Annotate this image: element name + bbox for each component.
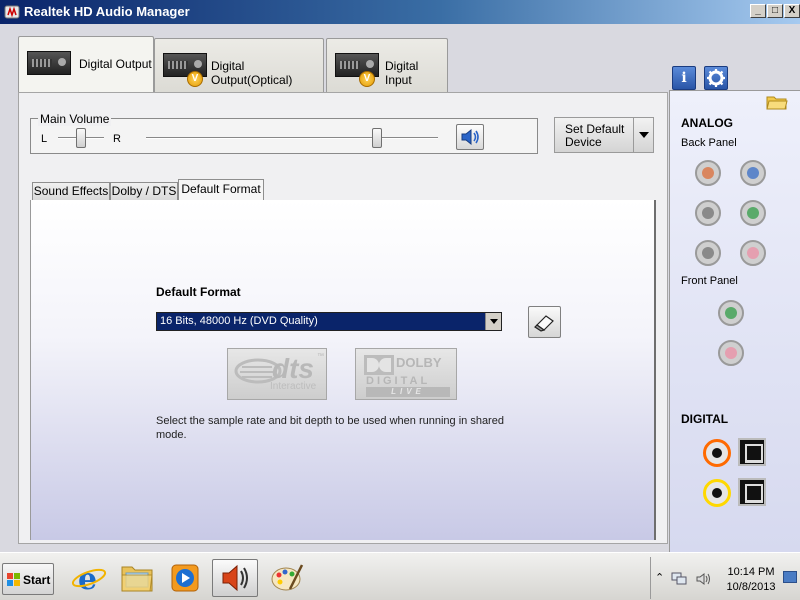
tab-digital-input-label: Digital Input [385, 59, 419, 87]
back-panel-blue-jack[interactable] [740, 160, 766, 186]
title-bar: Realtek HD Audio Manager _ □ X [0, 0, 800, 24]
default-format-select[interactable]: 16 Bits, 48000 Hz (DVD Quality) [156, 312, 502, 331]
clock[interactable]: 10:14 PM 10/8/2013 [723, 565, 779, 595]
front-panel-label: Front Panel [681, 275, 738, 287]
tab-default-format[interactable]: Default Format [178, 179, 264, 202]
dts-trademark: ™ [317, 353, 324, 360]
front-panel-green-jack[interactable] [718, 300, 744, 326]
volume-tray-icon[interactable] [695, 571, 713, 587]
windows-flag-icon [7, 573, 20, 586]
speaker-icon [461, 128, 479, 146]
device-badge-icon: V [359, 71, 375, 87]
back-panel-gray-jack[interactable] [695, 200, 721, 226]
chevron-down-icon[interactable] [485, 313, 501, 330]
balance-right-label: R [113, 133, 121, 145]
app-icon [4, 5, 20, 19]
show-desktop-button[interactable] [783, 571, 797, 583]
analog-heading: ANALOG [681, 116, 733, 130]
clock-date: 10/8/2013 [726, 581, 776, 593]
tab-digital-output-optical-label: Digital Output(Optical) [211, 59, 293, 87]
back-panel-black-jack[interactable] [695, 240, 721, 266]
show-hidden-icons-icon[interactable]: ⌃ [655, 571, 664, 584]
mute-button[interactable] [456, 124, 484, 150]
taskbar-paint[interactable] [264, 559, 310, 597]
chevron-down-icon[interactable] [633, 118, 653, 152]
balance-slider-thumb[interactable] [76, 128, 86, 148]
optical-output-jack[interactable] [738, 438, 766, 466]
dolby-logo-digital: DIGITAL [366, 375, 431, 387]
default-format-description: Select the sample rate and bit depth to … [156, 415, 504, 441]
set-default-device-button[interactable]: Set Default Device [554, 117, 654, 153]
back-panel-pink-jack[interactable] [740, 240, 766, 266]
back-panel-orange-jack[interactable] [695, 160, 721, 186]
info-button[interactable]: i [672, 66, 696, 90]
tab-digital-output-optical[interactable]: V Digital Output(Optical) [154, 38, 324, 92]
taskbar-media-player[interactable] [162, 559, 208, 597]
dolby-logo-live: LIVE [366, 387, 450, 397]
tab-digital-output[interactable]: Digital Output [18, 36, 154, 94]
balance-left-label: L [41, 133, 48, 145]
coaxial-output-jack[interactable] [703, 439, 731, 467]
volume-slider-thumb[interactable] [371, 128, 382, 148]
tab-sound-effects[interactable]: Sound Effects [32, 182, 110, 201]
taskbar-realtek-audio-manager[interactable] [212, 559, 258, 597]
minimize-button[interactable]: _ [750, 4, 766, 18]
info-icon: i [681, 70, 687, 86]
speaker-icon [222, 564, 248, 592]
default-format-selected-value: 16 Bits, 48000 Hz (DVD Quality) [160, 315, 318, 327]
default-format-panel [30, 200, 656, 540]
start-label: Start [23, 573, 51, 587]
taskbar-file-explorer[interactable] [114, 559, 160, 597]
gear-icon [707, 69, 725, 87]
close-button[interactable]: X [784, 4, 800, 18]
tab-digital-input[interactable]: V Digital Input [326, 38, 448, 92]
network-icon[interactable] [671, 571, 689, 587]
tab-digital-output-label: Digital Output [79, 57, 152, 71]
digital-heading: DIGITAL [681, 412, 729, 426]
optical-input-jack[interactable] [738, 478, 766, 506]
maximize-button[interactable]: □ [767, 4, 783, 18]
window-title: Realtek HD Audio Manager [24, 4, 190, 19]
restore-defaults-button[interactable] [528, 306, 561, 338]
media-player-icon [171, 564, 199, 592]
clock-time: 10:14 PM [727, 566, 775, 578]
set-default-device-label: Set Default Device [565, 122, 625, 149]
dts-interactive-button[interactable]: dts ™ Interactive [227, 348, 327, 400]
device-badge-icon: V [187, 71, 203, 87]
dolby-digital-live-button[interactable]: DOLBY DIGITAL LIVE [355, 348, 457, 400]
back-panel-green-jack[interactable] [740, 200, 766, 226]
svg-text:e: e [78, 562, 97, 597]
default-format-title: Default Format [156, 285, 241, 299]
start-button[interactable]: Start [2, 563, 54, 595]
front-panel-pink-jack[interactable] [718, 340, 744, 366]
paint-palette-icon [271, 564, 304, 591]
system-tray: ⌃ 10:14 PM 10/8/2013 [650, 557, 800, 599]
taskbar-internet-explorer[interactable]: e [66, 559, 112, 597]
dolby-double-d-icon [364, 355, 394, 375]
main-volume-title: Main Volume [38, 112, 112, 126]
dolby-logo-word: DOLBY [396, 355, 442, 370]
coaxial-input-jack[interactable] [703, 479, 731, 507]
tab-dolby-dts[interactable]: Dolby / DTS [110, 182, 178, 201]
folder-icon [121, 566, 153, 592]
volume-slider-track[interactable] [146, 137, 438, 139]
dts-logo-subtitle: Interactive [270, 381, 317, 392]
digital-output-device-icon [27, 51, 71, 75]
eraser-icon [534, 315, 554, 332]
taskbar: Start e ⌃ 10:14 PM 10/8/2013 [0, 552, 800, 600]
internet-explorer-icon: e [71, 562, 107, 597]
back-panel-label: Back Panel [681, 137, 737, 149]
settings-button[interactable] [704, 66, 728, 90]
folder-icon[interactable] [766, 94, 788, 110]
